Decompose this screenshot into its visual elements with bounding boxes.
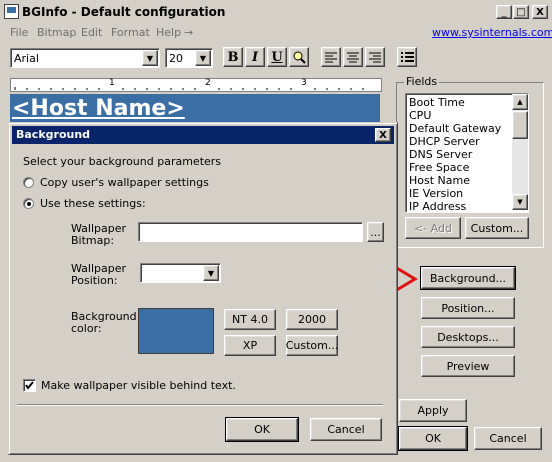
ruler: 1 2 3 [10,78,382,92]
bg-color-swatch[interactable] [138,308,214,354]
wallpaper-position-select[interactable]: ▼ [140,263,221,283]
fields-label: Fields [404,75,440,88]
bullet-list-button[interactable] [397,47,417,67]
menu-format[interactable]: Format [111,26,150,39]
list-item[interactable]: IP Address [409,200,466,210]
wallpaper-bitmap-label-2: Bitmap: [71,234,115,247]
chevron-down-icon[interactable]: ▼ [195,50,211,66]
dialog-title-bar[interactable]: Background X [12,126,394,144]
italic-button[interactable]: I [245,47,265,67]
font-size-value: 20 [169,52,183,65]
maximize-button[interactable]: □ [513,5,529,19]
sysinternals-link[interactable]: www.sysinternals.com [432,26,552,39]
background-dialog: Background X Select your background para… [8,122,398,455]
font-combo[interactable]: Arial ▼ [10,48,160,68]
dialog-ok-button[interactable]: OK [225,417,299,442]
font-value: Arial [14,52,39,65]
menu-file[interactable]: File [10,26,28,39]
align-center-icon [347,52,359,62]
align-center-button[interactable] [343,47,363,67]
ruler-mark-1: 1 [109,78,115,88]
main-cancel-button[interactable]: Cancel [474,427,542,450]
checkmark-icon [25,381,34,390]
dialog-cancel-button[interactable]: Cancel [310,418,382,441]
radio-selected-dot [27,202,31,206]
insert-field-button[interactable] [289,47,309,67]
bold-button[interactable]: B [223,47,243,67]
scroll-down-icon[interactable]: ▼ [512,194,528,210]
wallpaper-visible-checkbox[interactable] [23,379,36,392]
menu-bitmap[interactable]: Bitmap [37,26,76,39]
menu-edit[interactable]: Edit [81,26,102,39]
wallpaper-visible-label[interactable]: Make wallpaper visible behind text. [41,379,236,392]
minimize-button[interactable]: _ [496,5,512,19]
chevron-down-icon[interactable]: ▼ [203,265,219,281]
radio-copy-label[interactable]: Copy user's wallpaper settings [40,176,209,189]
dialog-prompt: Select your background parameters [23,155,222,168]
close-button[interactable]: X [532,5,548,19]
radio-copy-wallpaper[interactable] [23,177,34,188]
chevron-down-icon[interactable]: ▼ [142,50,158,66]
wallpaper-bitmap-input[interactable] [138,222,363,242]
fields-list[interactable]: Boot Time CPU Default Gateway DHCP Serve… [405,93,529,213]
bg-color-label-2: color: [71,322,102,335]
browse-button[interactable]: ... [367,222,384,242]
align-left-button[interactable] [321,47,341,67]
w2000-button[interactable]: 2000 [286,309,338,330]
menu-help[interactable]: Help [156,26,181,39]
background-button[interactable]: Background... [420,266,516,290]
list-item[interactable]: Host Name [409,174,470,187]
xp-button[interactable]: XP [224,335,276,356]
nt40-button[interactable]: NT 4.0 [224,309,276,330]
dialog-separator [17,404,383,406]
radio-use-label[interactable]: Use these settings: [40,197,146,210]
main-ok-button[interactable]: OK [398,426,468,451]
list-item[interactable]: IE Version [409,187,463,200]
underline-button[interactable]: U [267,47,287,67]
editor-text-band[interactable]: <Host Name> [10,94,380,124]
custom-color-button[interactable]: Custom... [286,335,338,356]
apply-button[interactable]: Apply [399,399,467,422]
app-icon[interactable] [4,4,19,19]
ruler-mark-3: 3 [301,78,307,88]
preview-button[interactable]: Preview [421,355,515,377]
list-item[interactable]: DNS Server [409,148,472,161]
host-name-field[interactable]: <Host Name> [12,96,185,121]
radio-use-settings[interactable] [23,198,34,209]
align-left-icon [325,52,337,62]
list-icon [400,52,414,62]
custom-field-button[interactable]: Custom... [465,217,529,239]
magnifier-icon [293,51,306,64]
dialog-close-button[interactable]: X [375,128,391,142]
list-item[interactable]: DHCP Server [409,135,480,148]
align-right-button[interactable] [365,47,385,67]
align-right-icon [369,52,381,62]
scroll-up-icon[interactable]: ▲ [512,94,528,110]
scroll-thumb[interactable] [512,111,528,139]
desktops-button[interactable]: Desktops... [421,326,515,348]
main-title-bar[interactable]: BGInfo - Default configuration _ □ X [0,0,552,24]
help-arrow-icon: → [184,26,194,39]
window-title: BGInfo - Default configuration [22,5,226,19]
ruler-mark-2: 2 [205,78,211,88]
list-item[interactable]: Default Gateway [409,122,501,135]
list-item[interactable]: Boot Time [409,96,465,109]
dialog-title: Background [16,128,91,141]
list-item[interactable]: Free Space [409,161,469,174]
list-item[interactable]: CPU [409,109,431,122]
wallpaper-position-label-2: Position: [71,274,118,287]
fields-scrollbar[interactable]: ▲ ▼ [512,94,528,210]
add-field-button[interactable]: <- Add [405,217,461,239]
position-button[interactable]: Position... [421,297,515,319]
font-size-combo[interactable]: 20 ▼ [165,48,213,68]
